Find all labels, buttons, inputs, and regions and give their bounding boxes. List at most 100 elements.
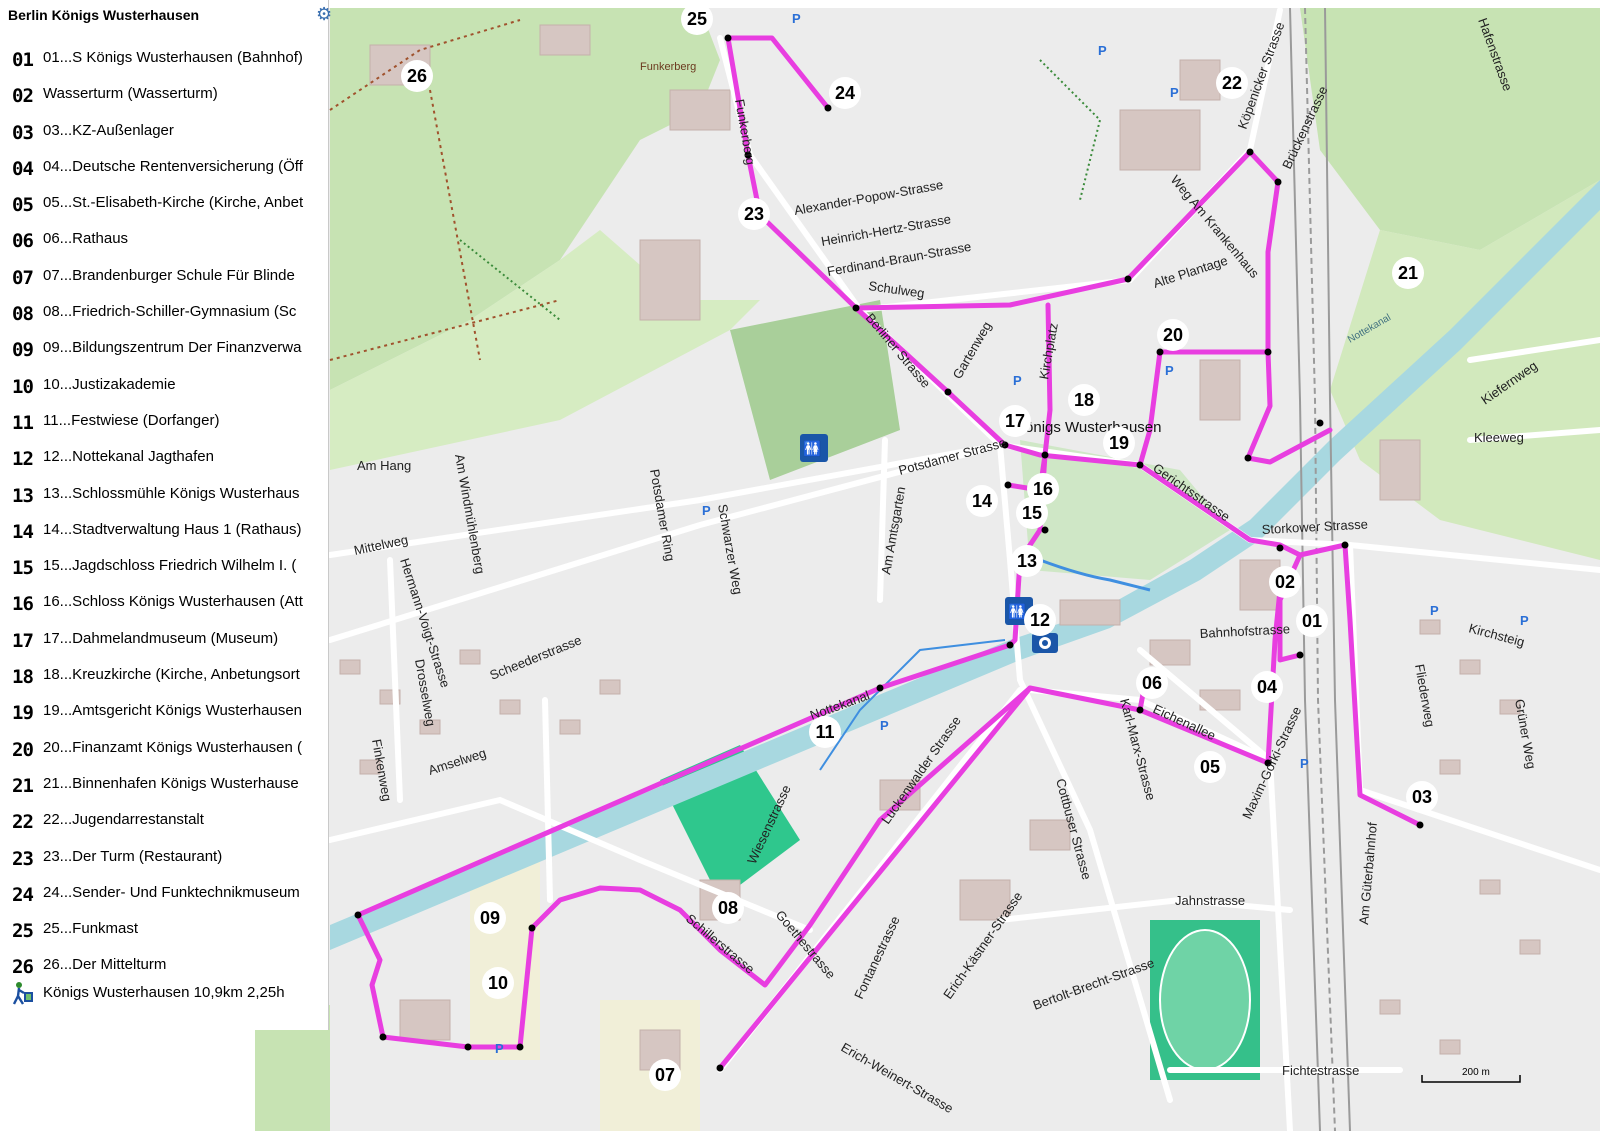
poi-number: 19 xyxy=(12,702,34,725)
waypoint-marker-01[interactable]: 01 xyxy=(1296,605,1328,637)
street-label: Kleeweg xyxy=(1474,430,1524,445)
poi-label: 08...Friedrich-Schiller-Gymnasium (Sc xyxy=(43,303,297,321)
poi-label: 10...Justizakademie xyxy=(43,375,176,393)
poi-number: 22 xyxy=(12,811,34,834)
poi-list-item[interactable]: 12 12...Nottekanal Jagthafen xyxy=(0,441,328,477)
waypoint-number: 26 xyxy=(407,66,427,86)
waypoint-marker-13[interactable]: 13 xyxy=(1011,545,1043,577)
waypoint-marker-12[interactable]: 12 xyxy=(1024,604,1056,636)
waypoint-marker-26[interactable]: 26 xyxy=(401,60,433,92)
poi-number: 09 xyxy=(12,339,34,362)
waypoint-marker-25[interactable]: 25 xyxy=(681,3,713,35)
poi-list-item[interactable]: 17 17...Dahmelandmuseum (Museum) xyxy=(0,623,328,659)
waypoint-number: 20 xyxy=(1163,325,1183,345)
waypoint-marker-18[interactable]: 18 xyxy=(1068,384,1100,416)
poi-label: Wasserturm (Wasserturm) xyxy=(43,85,218,103)
poi-label: 21...Binnenhafen Königs Wusterhause xyxy=(43,774,299,792)
poi-label: 11...Festwiese (Dorfanger) xyxy=(43,411,220,429)
poi-list-item[interactable]: 03 03...KZ-Außenlager xyxy=(0,115,328,151)
poi-label: 15...Jagdschloss Friedrich Wilhelm I. ( xyxy=(43,557,297,575)
poi-number: 08 xyxy=(12,303,34,326)
poi-list-item[interactable]: 06 06...Rathaus xyxy=(0,223,328,259)
poi-list-item[interactable]: 20 20...Finanzamt Königs Wusterhausen ( xyxy=(0,732,328,768)
waypoint-number: 22 xyxy=(1222,73,1242,93)
waypoint-number: 03 xyxy=(1412,787,1432,807)
waypoint-number: 07 xyxy=(655,1065,675,1085)
poi-label: 06...Rathaus xyxy=(43,230,129,248)
poi-label: 14...Stadtverwaltung Haus 1 (Rathaus) xyxy=(43,520,302,538)
poi-list-item[interactable]: 04 04...Deutsche Rentenversicherung (Öff xyxy=(0,151,328,187)
poi-label: 01...S Königs Wusterhausen (Bahnhof) xyxy=(43,49,303,66)
poi-list-item[interactable]: 22 22...Jugendarrestanstalt xyxy=(0,804,328,840)
poi-label: 25...Funkmast xyxy=(43,920,139,938)
waypoint-marker-10[interactable]: 10 xyxy=(482,967,514,999)
poi-number: 04 xyxy=(12,157,34,180)
parking-icon: P xyxy=(702,503,711,518)
waypoint-marker-20[interactable]: 20 xyxy=(1157,319,1189,351)
poi-label: 12...Nottekanal Jagthafen xyxy=(43,448,214,466)
poi-list-item[interactable]: 13 13...Schlossmühle Königs Wusterhaus xyxy=(0,478,328,514)
poi-label: 17...Dahmelandmuseum (Museum) xyxy=(43,629,279,647)
poi-number: 24 xyxy=(12,883,34,906)
waypoint-marker-22[interactable]: 22 xyxy=(1216,67,1248,99)
waypoint-marker-16[interactable]: 16 xyxy=(1027,473,1059,505)
waypoint-marker-06[interactable]: 06 xyxy=(1136,667,1168,699)
poi-list-item[interactable]: 05 05...St.-Elisabeth-Kirche (Kirche, Anb… xyxy=(0,187,328,223)
waypoint-number: 19 xyxy=(1109,433,1129,453)
parking-icon: P xyxy=(1165,363,1174,378)
sidebar-title: Berlin Königs Wusterhausen xyxy=(8,7,200,23)
waypoint-number: 12 xyxy=(1030,610,1050,630)
waypoint-marker-11[interactable]: 11 xyxy=(809,716,841,748)
poi-list-item[interactable]: 01 01...S Königs Wusterhausen (Bahnhof) xyxy=(0,42,328,78)
waypoint-marker-05[interactable]: 05 xyxy=(1194,751,1226,783)
waypoint-marker-09[interactable]: 09 xyxy=(474,902,506,934)
poi-list-item[interactable]: 08 08...Friedrich-Schiller-Gymnasium (Sc xyxy=(0,296,328,332)
waypoint-number: 08 xyxy=(718,898,738,918)
poi-list-item[interactable]: 19 19...Amtsgericht Königs Wusterhausen xyxy=(0,695,328,731)
poi-list-item[interactable]: 02 Wasserturm (Wasserturm) xyxy=(0,78,328,114)
waypoint-number: 06 xyxy=(1142,673,1162,693)
poi-list-item[interactable]: 18 18...Kreuzkirche (Kirche, Anbetungsort xyxy=(0,659,328,695)
poi-label: 22...Jugendarrestanstalt xyxy=(43,811,204,829)
waypoint-marker-07[interactable]: 07 xyxy=(649,1059,681,1091)
poi-list-item[interactable]: 24 24...Sender- Und Funktechnikmuseum xyxy=(0,877,328,913)
waypoint-marker-08[interactable]: 08 xyxy=(712,892,744,924)
poi-list-item[interactable]: 16 16...Schloss Königs Wusterhausen (Att xyxy=(0,586,328,622)
waypoint-marker-04[interactable]: 04 xyxy=(1251,671,1283,703)
poi-list-item[interactable]: 10 10...Justizakademie xyxy=(0,369,328,405)
summary-label: Königs Wusterhausen 10,9km 2,25h xyxy=(43,984,285,1001)
svg-text:🚻: 🚻 xyxy=(1008,603,1027,621)
poi-list-item[interactable]: 23 23...Der Turm (Restaurant) xyxy=(0,841,328,877)
waypoint-marker-17[interactable]: 17 xyxy=(999,405,1031,437)
poi-list-item[interactable]: 14 14...Stadtverwaltung Haus 1 (Rathaus) xyxy=(0,514,328,550)
scale-label: 200 m xyxy=(1462,1067,1490,1078)
waypoint-number: 17 xyxy=(1005,411,1025,431)
waypoint-number: 25 xyxy=(687,9,707,29)
waypoint-marker-14[interactable]: 14 xyxy=(966,485,998,517)
poi-number: 03 xyxy=(12,121,34,144)
poi-list-item[interactable]: 07 07...Brandenburger Schule Für Blinde xyxy=(0,260,328,296)
poi-list-item[interactable]: 11 11...Festwiese (Dorfanger) xyxy=(0,405,328,441)
town-label: Königs Wusterhausen xyxy=(1015,419,1161,436)
route-summary[interactable]: Königs Wusterhausen 10,9km 2,25h xyxy=(0,980,328,1012)
gear-icon[interactable]: ⚙ xyxy=(316,4,332,25)
poi-list-item[interactable]: 25 25...Funkmast xyxy=(0,913,328,949)
waypoint-marker-02[interactable]: 02 xyxy=(1269,566,1301,598)
waypoint-marker-19[interactable]: 19 xyxy=(1103,427,1135,459)
poi-list-item[interactable]: 09 09...Bildungszentrum Der Finanzverwa xyxy=(0,332,328,368)
parking-icon: P xyxy=(1170,85,1179,100)
waypoint-number: 01 xyxy=(1302,611,1322,631)
waypoint-marker-21[interactable]: 21 xyxy=(1392,257,1424,289)
poi-number: 01 xyxy=(12,49,34,71)
poi-list-item[interactable]: 21 21...Binnenhafen Königs Wusterhause xyxy=(0,768,328,804)
poi-number: 05 xyxy=(12,194,34,217)
running-track xyxy=(1159,929,1251,1071)
waypoint-marker-03[interactable]: 03 xyxy=(1406,781,1438,813)
waypoint-number: 23 xyxy=(744,204,764,224)
waypoint-marker-23[interactable]: 23 xyxy=(738,198,770,230)
poi-number: 11 xyxy=(12,411,34,434)
poi-number: 17 xyxy=(12,629,34,652)
waypoint-marker-24[interactable]: 24 xyxy=(829,77,861,109)
poi-list-item[interactable]: 15 15...Jagdschloss Friedrich Wilhelm I. … xyxy=(0,550,328,586)
poi-label: 13...Schlossmühle Königs Wusterhaus xyxy=(43,484,300,502)
